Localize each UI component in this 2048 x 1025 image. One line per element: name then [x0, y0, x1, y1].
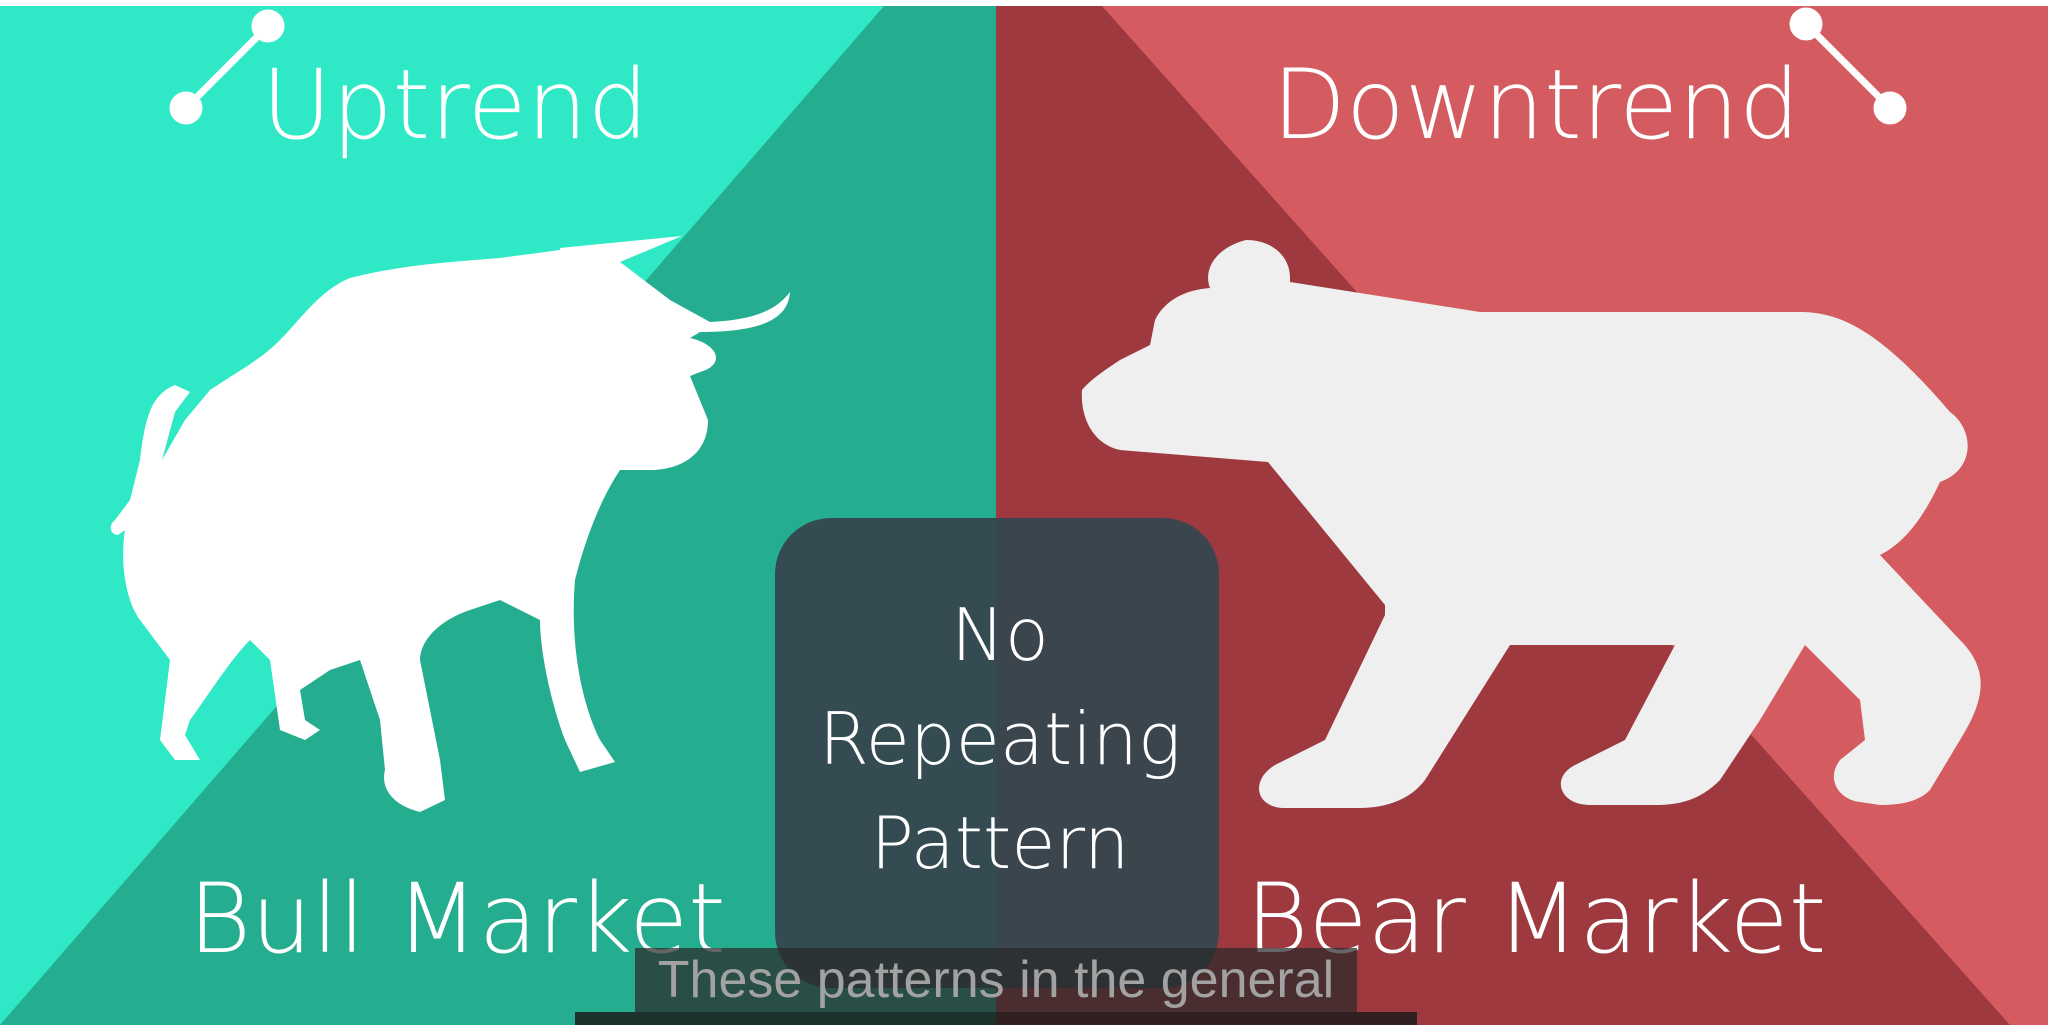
downtrend-heading: Downtrend — [1272, 49, 1800, 161]
subtitle-caption: These patterns in the general — [575, 948, 1417, 1025]
uptrend-heading: Uptrend — [261, 49, 648, 161]
no-repeating-pattern-box: No Repeating Pattern — [775, 518, 1219, 988]
center-line-2: Repeating — [819, 697, 1181, 781]
top-border — [0, 0, 2048, 6]
center-line-3: Pattern — [870, 801, 1129, 885]
subtitle-line-1: These patterns in the general — [658, 951, 1334, 1009]
center-line-1: No — [951, 593, 1049, 677]
bull-bear-illustration: Uptrend Downtrend Bull Market Bear Marke… — [0, 0, 2048, 1025]
